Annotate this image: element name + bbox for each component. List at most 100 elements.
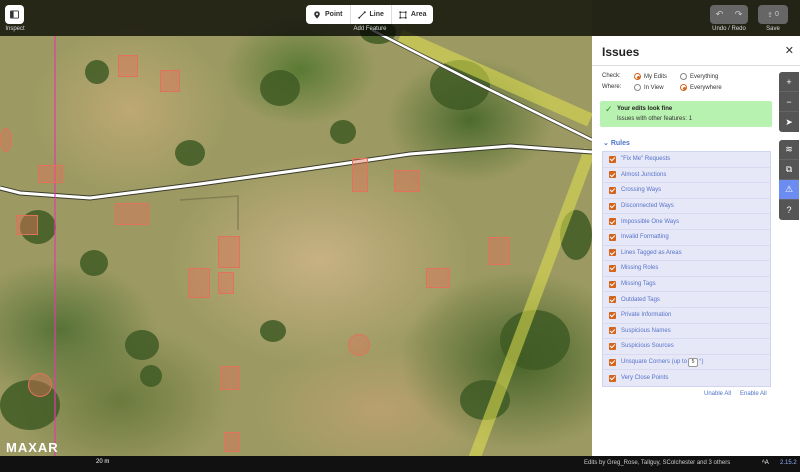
- minus-icon: −: [786, 96, 792, 107]
- undo-icon: ↶: [715, 9, 724, 19]
- checkbox[interactable]: [609, 264, 616, 272]
- unsquare-degrees-input[interactable]: 5: [688, 357, 699, 367]
- enable-all-link[interactable]: Enable All: [740, 391, 767, 397]
- ok-title: Your edits look fine: [617, 106, 673, 112]
- rule-item[interactable]: Invalid Formatting: [603, 230, 770, 246]
- rule-item[interactable]: Unsquare Corners (up to 5 °): [603, 355, 770, 371]
- zoom-in-button[interactable]: +: [779, 72, 799, 92]
- rule-item[interactable]: Suspicious Sources: [603, 339, 770, 355]
- building-area[interactable]: [488, 237, 510, 265]
- building-area[interactable]: [115, 203, 149, 225]
- sidebar-toggle-icon: [10, 10, 19, 19]
- checkbox[interactable]: [609, 311, 616, 319]
- undo-redo-label: Undo / Redo: [712, 26, 746, 32]
- check-icon: ✓: [605, 104, 613, 114]
- rule-item[interactable]: Very Close Points: [603, 370, 770, 386]
- building-area[interactable]: [348, 334, 370, 356]
- save-icon: ⇪: [767, 11, 773, 19]
- zoom-out-button[interactable]: −: [779, 92, 799, 112]
- add-area-button[interactable]: Area: [392, 5, 434, 24]
- rule-item[interactable]: Crossing Ways: [603, 183, 770, 199]
- building-area[interactable]: [16, 215, 38, 235]
- building-area[interactable]: [38, 165, 63, 183]
- rule-item[interactable]: Missing Tags: [603, 277, 770, 293]
- translate-icon[interactable]: ᴬA: [762, 460, 769, 466]
- rule-item[interactable]: Impossible One Ways: [603, 214, 770, 230]
- building-area[interactable]: [28, 373, 52, 397]
- ok-subtitle: Issues with other features: 1: [617, 116, 693, 122]
- rule-item[interactable]: Disconnected Ways: [603, 199, 770, 215]
- checkbox[interactable]: [609, 202, 616, 210]
- help-icon: ?: [786, 205, 792, 215]
- building-area[interactable]: [220, 366, 240, 390]
- checkbox[interactable]: [609, 155, 616, 163]
- rule-item[interactable]: Almost Junctions: [603, 168, 770, 184]
- add-point-button[interactable]: Point: [306, 5, 351, 24]
- building-area[interactable]: [118, 55, 138, 77]
- checkbox[interactable]: [609, 296, 616, 304]
- building-area[interactable]: [188, 268, 210, 298]
- save-button[interactable]: ⇪ 0: [758, 5, 788, 24]
- checkbox[interactable]: [609, 171, 616, 179]
- map-canvas[interactable]: MAXAR 20 m: [0, 0, 592, 472]
- building-area[interactable]: [352, 158, 368, 192]
- inspect-button[interactable]: [5, 5, 24, 24]
- where-in-view-radio[interactable]: In View: [634, 84, 664, 91]
- geolocate-button[interactable]: ➤: [779, 112, 799, 132]
- add-line-label: Line: [369, 11, 384, 18]
- redo-button[interactable]: ↷: [729, 5, 748, 24]
- undo-button[interactable]: ↶: [710, 5, 729, 24]
- building-area[interactable]: [426, 268, 450, 288]
- building-area[interactable]: [160, 70, 180, 92]
- plus-icon: +: [786, 76, 792, 87]
- rule-item[interactable]: Outdated Tags: [603, 292, 770, 308]
- checkbox[interactable]: [609, 280, 616, 288]
- checkbox[interactable]: [609, 342, 616, 350]
- top-toolbar: Inspect Point Line Area Add Feature: [0, 0, 592, 36]
- rule-item[interactable]: Suspicious Names: [603, 324, 770, 340]
- building-area[interactable]: [218, 236, 240, 268]
- rule-item[interactable]: Missing Roles: [603, 261, 770, 277]
- warning-icon: ⚠: [784, 184, 794, 194]
- rule-item[interactable]: "Fix Me" Requests: [603, 152, 770, 168]
- map-controls-panels: ≋ ⧉ ⚠ ?: [779, 140, 799, 220]
- point-icon: [314, 10, 320, 19]
- checkbox[interactable]: [609, 233, 616, 241]
- checkbox[interactable]: [609, 374, 616, 382]
- checkbox[interactable]: [609, 186, 616, 194]
- background-pane-button[interactable]: ≋: [779, 140, 799, 160]
- road-line-north: [371, 28, 592, 142]
- close-icon[interactable]: ✕: [785, 44, 794, 57]
- check-everything-radio[interactable]: Everything: [680, 73, 718, 80]
- rules-toggle[interactable]: ⌄ Rules: [603, 139, 630, 147]
- check-label: Check:: [602, 73, 621, 79]
- building-area[interactable]: [224, 432, 240, 452]
- rules-list: "Fix Me" Requests Almost Junctions Cross…: [602, 151, 771, 387]
- issues-pane-button[interactable]: ⚠: [779, 180, 799, 200]
- building-area[interactable]: [0, 128, 12, 152]
- disable-all-link[interactable]: Unable All: [704, 391, 731, 397]
- help-pane-button[interactable]: ?: [779, 200, 799, 220]
- rule-item[interactable]: Lines Tagged as Areas: [603, 246, 770, 262]
- add-line-button[interactable]: Line: [351, 5, 392, 24]
- building-area[interactable]: [394, 170, 420, 192]
- rule-item[interactable]: Private Information: [603, 308, 770, 324]
- map-controls-zoom: + − ➤: [779, 72, 799, 132]
- issues-header: Issues ✕: [592, 36, 800, 66]
- building-area[interactable]: [218, 272, 234, 294]
- line-icon: [357, 10, 366, 19]
- check-my-edits-radio[interactable]: My Edits: [634, 73, 667, 80]
- add-area-label: Area: [410, 11, 427, 18]
- checkbox[interactable]: [609, 218, 616, 226]
- where-everywhere-radio[interactable]: Everywhere: [680, 84, 722, 91]
- checkbox[interactable]: [609, 358, 616, 366]
- locate-icon: ➤: [785, 116, 793, 127]
- data-icon: ⧉: [785, 164, 793, 174]
- checkbox[interactable]: [609, 327, 616, 335]
- version-link[interactable]: 2.15.2: [780, 460, 797, 466]
- checkbox[interactable]: [609, 249, 616, 257]
- road-line: [0, 144, 592, 200]
- inspect-label: Inspect: [5, 26, 25, 32]
- map-data-pane-button[interactable]: ⧉: [779, 160, 799, 180]
- no-issues-box: ✓ Your edits look fine Issues with other…: [600, 101, 772, 127]
